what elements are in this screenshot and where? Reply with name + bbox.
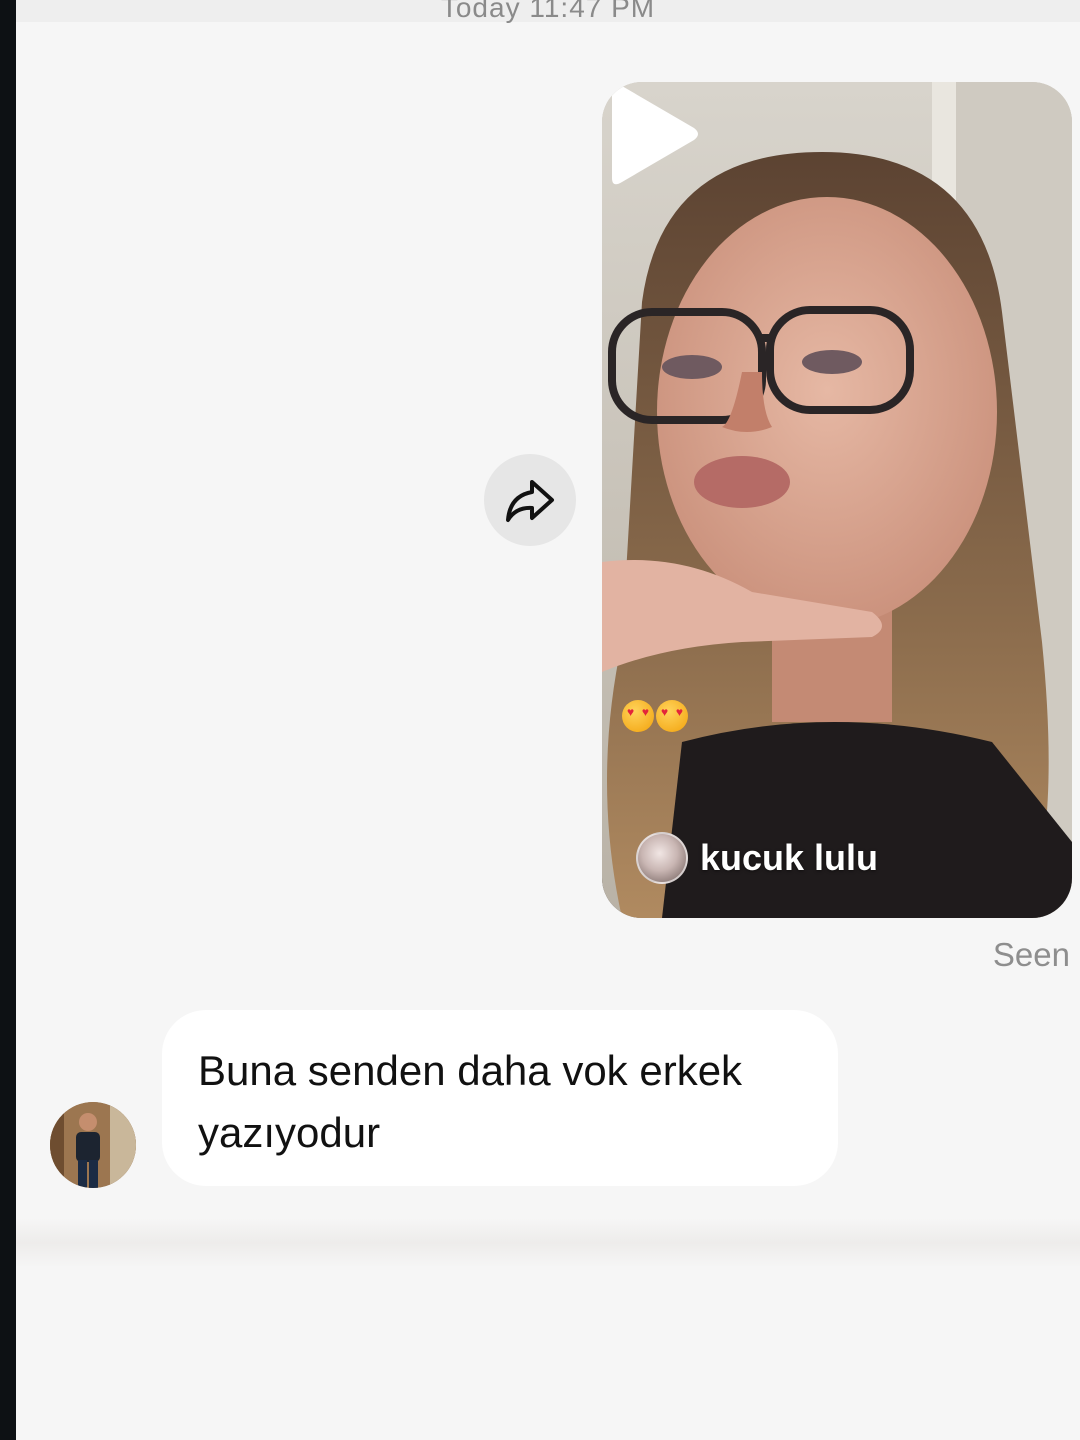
play-icon[interactable] bbox=[602, 82, 702, 186]
chat-screen: Today 11:47 PM ♥ ♥ ♥ ♥ kucuk lulu Seen B… bbox=[16, 0, 1080, 1440]
message-bubble[interactable]: Buna senden daha vok erkek yazıyodur bbox=[162, 1010, 838, 1186]
message-timestamp: Today 11:47 PM bbox=[440, 0, 656, 23]
message-text-line-1: Buna senden daha vok erkek bbox=[198, 1047, 743, 1094]
caption-emoji-row bbox=[622, 700, 688, 732]
share-arrow-icon bbox=[506, 480, 554, 522]
share-button[interactable] bbox=[484, 454, 576, 546]
author-avatar[interactable] bbox=[636, 832, 688, 884]
heart-eyes-emoji-icon bbox=[656, 700, 688, 732]
message-text-line-2: yazıyodur bbox=[198, 1109, 381, 1156]
heart-eyes-emoji-icon bbox=[622, 700, 654, 732]
sender-avatar-image bbox=[50, 1102, 136, 1188]
shared-video-card[interactable]: kucuk lulu bbox=[602, 82, 1072, 918]
seen-status: Seen bbox=[992, 936, 1070, 973]
video-thumbnail bbox=[602, 82, 1072, 918]
divider-shadow bbox=[16, 1218, 1080, 1268]
author-name[interactable]: kucuk lulu bbox=[700, 837, 878, 879]
video-author[interactable]: kucuk lulu bbox=[636, 832, 878, 884]
sender-avatar[interactable] bbox=[50, 1102, 136, 1188]
